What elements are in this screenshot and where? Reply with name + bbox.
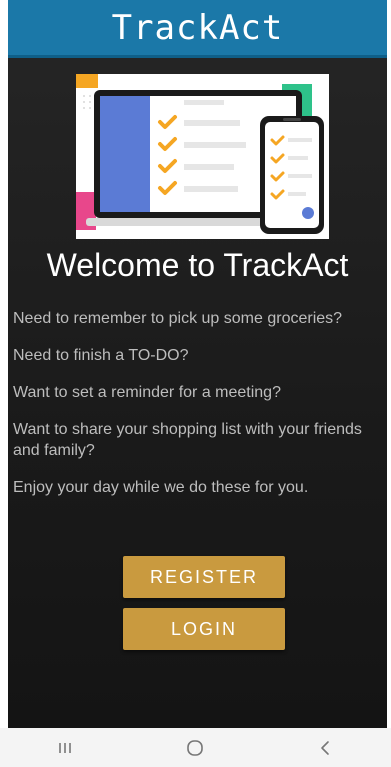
phone-screen: TrackAct Welcome to TrackAct Need to rem… — [0, 0, 391, 767]
intro-line-meeting: Want to set a reminder for a meeting? — [13, 384, 281, 401]
phone-fab-dot — [302, 207, 314, 219]
phone-speaker — [283, 118, 301, 121]
welcome-heading: Welcome to TrackAct — [46, 247, 349, 283]
login-button[interactable]: LOGIN — [123, 608, 285, 650]
intro-text: Need to remember to pick up some groceri… — [13, 308, 373, 514]
accent-yellow-shape — [76, 74, 98, 88]
register-button[interactable]: REGISTER — [123, 556, 285, 598]
hero-illustration — [76, 74, 329, 239]
system-nav-bar — [0, 728, 391, 767]
back-icon — [321, 740, 329, 755]
laptop-sidebar — [100, 96, 150, 212]
intro-line-share: Want to share your shopping list with yo… — [13, 421, 362, 459]
recents-button[interactable] — [35, 728, 95, 767]
back-button[interactable] — [296, 728, 356, 767]
intro-line-enjoy: Enjoy your day while we do these for you… — [13, 479, 309, 496]
intro-line-groceries: Need to remember to pick up some groceri… — [13, 310, 343, 327]
app-bar: TrackAct — [8, 0, 387, 58]
recents-icon — [59, 742, 71, 753]
home-button[interactable] — [165, 728, 225, 767]
intro-line-todo: Need to finish a TO-DO? — [13, 347, 189, 364]
app-title: TrackAct — [111, 7, 284, 48]
devices-checklist-illustration-icon — [76, 74, 324, 234]
app-window: TrackAct Welcome to TrackAct Need to rem… — [8, 0, 387, 728]
home-icon — [187, 739, 204, 756]
